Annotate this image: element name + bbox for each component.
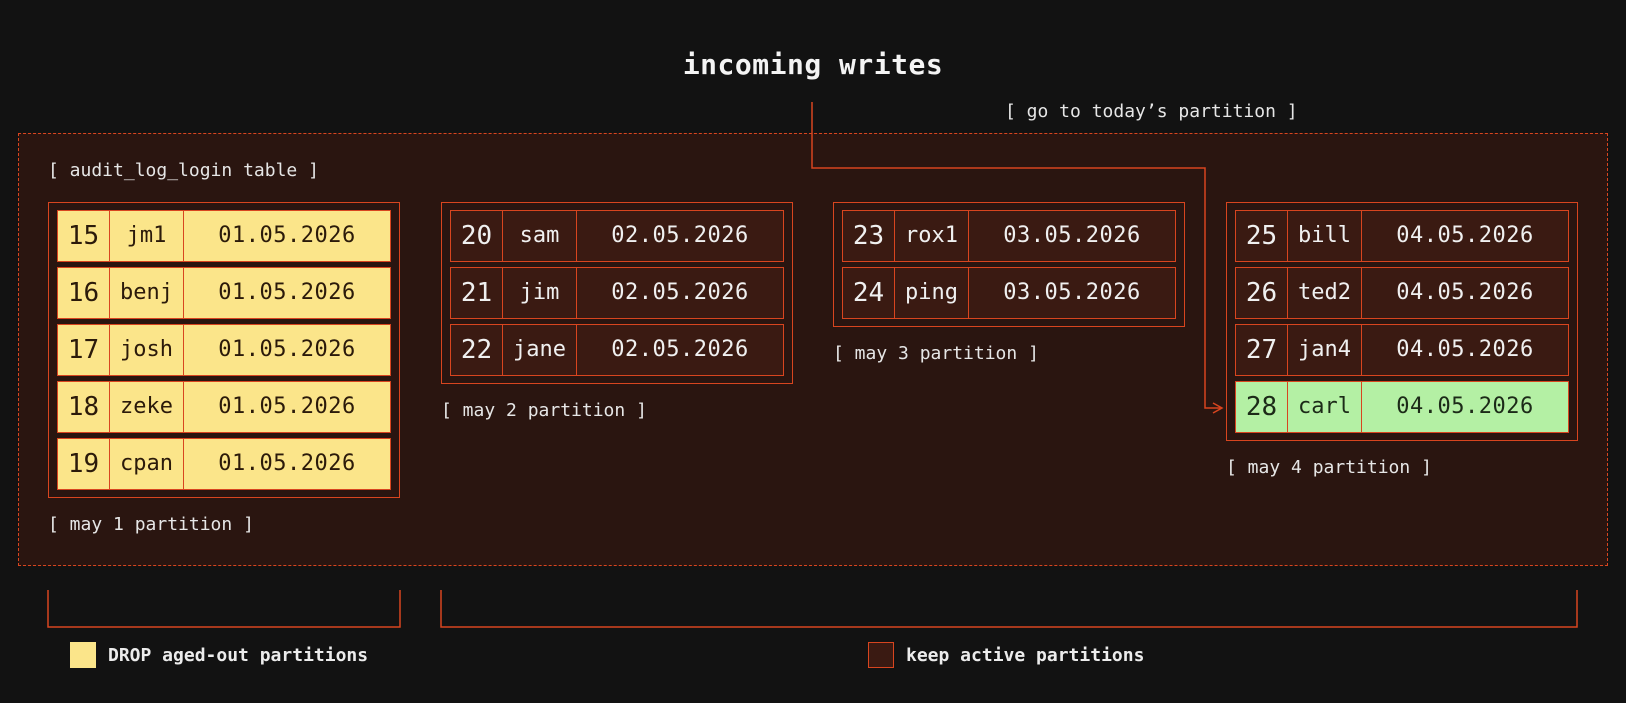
keep-legend-swatch — [868, 642, 894, 668]
drop-legend-label: DROP aged-out partitions — [108, 645, 369, 666]
diagram-lines — [47, 102, 1578, 628]
drop-group-bracket — [47, 590, 401, 628]
keep-group-bracket — [440, 590, 1578, 628]
keep-legend-label: keep active partitions — [906, 645, 1145, 666]
drop-legend-swatch — [70, 642, 96, 668]
write-route-line — [811, 102, 1222, 409]
